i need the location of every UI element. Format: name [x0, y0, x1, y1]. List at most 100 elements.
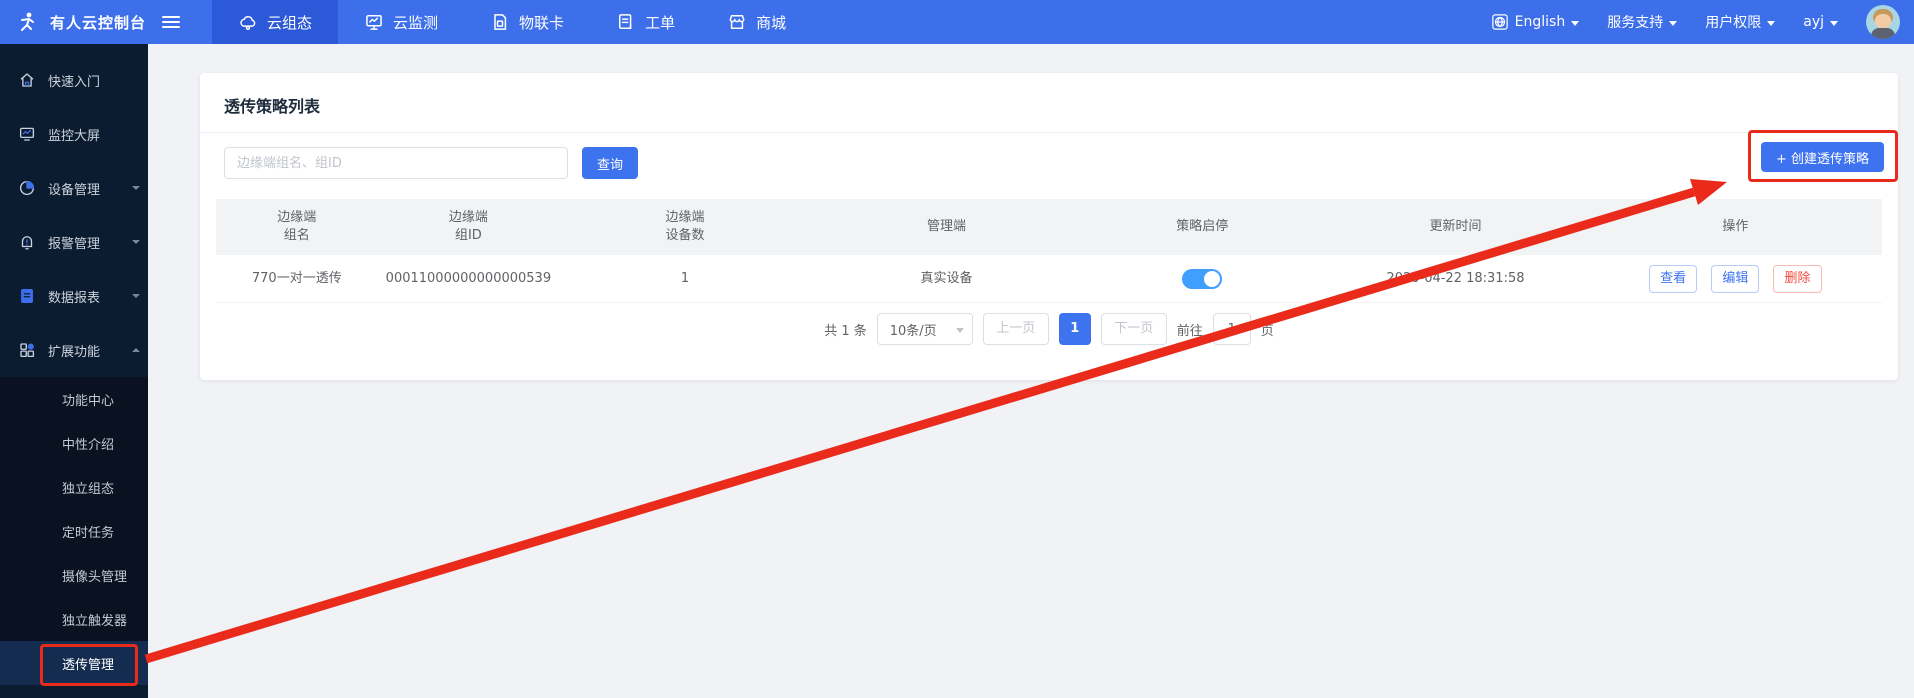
chevron-down-icon [132, 240, 140, 244]
avatar[interactable] [1866, 5, 1900, 39]
username-label: ayj [1803, 14, 1824, 30]
page-number-button[interactable]: 1 [1059, 313, 1091, 345]
column-header: 边缘端组ID [378, 209, 560, 245]
sidebar-item-extended-functions[interactable]: 扩展功能 [0, 323, 148, 377]
goto-prefix-label: 前往 [1177, 320, 1203, 339]
divider [200, 132, 1898, 133]
tab-label: 工单 [645, 12, 675, 33]
sidebar-item-label: 监控大屏 [48, 125, 100, 144]
submenu-item-passthrough-management[interactable]: 透传管理 [0, 641, 148, 685]
search-input[interactable] [224, 147, 568, 179]
brand[interactable]: 有人云控制台 [0, 10, 194, 34]
chevron-down-icon [132, 294, 140, 298]
goto-page-input[interactable] [1213, 313, 1251, 345]
tab-label: 云监测 [393, 12, 438, 33]
submenu-label: 功能中心 [62, 390, 114, 409]
logo-person-icon [16, 10, 40, 34]
tab-label: 物联卡 [519, 12, 564, 33]
tab-store[interactable]: 商城 [701, 0, 812, 44]
tab-cloud-monitor[interactable]: 云监测 [338, 0, 464, 44]
menu-collapse-icon[interactable] [162, 16, 180, 28]
store-icon [727, 12, 747, 32]
submenu-label: 中性介绍 [62, 434, 114, 453]
topbar-right: English 服务支持 用户权限 ayj [1491, 5, 1914, 39]
policy-enable-toggle[interactable] [1182, 269, 1222, 289]
submenu-item-neutral-intro[interactable]: 中性介绍 [0, 421, 148, 465]
tab-iot-card[interactable]: 物联卡 [464, 0, 590, 44]
sidebar: 快速入门 监控大屏 设备管理 [0, 44, 148, 698]
permission-label: 用户权限 [1705, 12, 1761, 32]
prev-page-button[interactable]: 上一页 [983, 313, 1049, 345]
sidebar-item-label: 数据报表 [48, 287, 100, 306]
table-header-row: 边缘端组名 边缘端组ID 边缘端设备数 管理端 策略启停 更新时间 操作 [216, 199, 1882, 255]
view-button[interactable]: 查看 [1649, 265, 1697, 293]
submenu-item-standalone-scada[interactable]: 独立组态 [0, 465, 148, 509]
submenu-label: 透传管理 [62, 654, 114, 673]
chevron-down-icon [1669, 21, 1677, 26]
submenu-label: 摄像头管理 [62, 566, 127, 585]
sidebar-item-device-management[interactable]: 设备管理 [0, 161, 148, 215]
cell-actions: 查看 编辑 删除 [1589, 265, 1882, 293]
create-policy-button[interactable]: + 创建透传策略 [1761, 142, 1884, 172]
query-button[interactable]: 查询 [582, 147, 638, 179]
pie-chart-icon [18, 179, 36, 197]
submenu-label: 独立组态 [62, 478, 114, 497]
tab-label: 商城 [756, 12, 786, 33]
column-header: 更新时间 [1322, 218, 1589, 236]
column-header: 管理端 [811, 218, 1083, 236]
globe-icon [1491, 13, 1509, 31]
sidebar-item-label: 报警管理 [48, 233, 100, 252]
user-menu[interactable]: ayj [1803, 14, 1838, 30]
tab-cloud-scada[interactable]: 云组态 [212, 0, 338, 44]
cell-updated-at: 2020-04-22 18:31:58 [1322, 270, 1589, 288]
sidebar-item-monitor-screen[interactable]: 监控大屏 [0, 107, 148, 161]
report-icon [18, 287, 36, 305]
permission-menu[interactable]: 用户权限 [1705, 12, 1775, 32]
chevron-down-icon [1767, 21, 1775, 26]
language-selector[interactable]: English [1491, 13, 1580, 31]
goto-suffix-label: 页 [1261, 320, 1274, 339]
submenu-item-scheduled-tasks[interactable]: 定时任务 [0, 509, 148, 553]
cloud-icon [238, 12, 258, 32]
content-card: 透传策略列表 查询 + 创建透传策略 边缘端组名 边缘端组ID 边缘端设备数 管… [200, 73, 1898, 380]
sidebar-item-label: 扩展功能 [48, 341, 100, 360]
chevron-up-icon [132, 348, 140, 352]
sidebar-item-data-report[interactable]: 数据报表 [0, 269, 148, 323]
column-header: 边缘端组名 [216, 209, 378, 245]
tab-label: 云组态 [267, 12, 312, 33]
chevron-down-icon [956, 328, 964, 333]
bell-icon [18, 233, 36, 251]
page-size-select[interactable]: 10条/页 [877, 313, 973, 345]
support-menu[interactable]: 服务支持 [1607, 12, 1677, 32]
cell-manage-side: 真实设备 [811, 270, 1083, 288]
chevron-down-icon [1571, 21, 1579, 26]
table-row: 770一对一透传 00011000000000000539 1 真实设备 202… [216, 255, 1882, 303]
cell-device-count: 1 [559, 270, 811, 288]
submenu-label: 独立触发器 [62, 610, 127, 629]
submenu-item-function-center[interactable]: 功能中心 [0, 377, 148, 421]
sidebar-item-label: 设备管理 [48, 179, 100, 198]
delete-button[interactable]: 删除 [1773, 265, 1821, 293]
language-label: English [1515, 14, 1566, 30]
submenu-item-camera-management[interactable]: 摄像头管理 [0, 553, 148, 597]
submenu-item-standalone-trigger[interactable]: 独立触发器 [0, 597, 148, 641]
topbar: 有人云控制台 云组态 云监测 [0, 0, 1914, 44]
cell-group-id: 00011000000000000539 [378, 270, 560, 288]
column-header: 操作 [1589, 218, 1882, 236]
policy-table: 边缘端组名 边缘端组ID 边缘端设备数 管理端 策略启停 更新时间 操作 770… [216, 199, 1882, 303]
sidebar-item-alarm-management[interactable]: 报警管理 [0, 215, 148, 269]
support-label: 服务支持 [1607, 12, 1663, 32]
chevron-down-icon [1830, 21, 1838, 26]
cell-policy-toggle [1082, 269, 1322, 289]
edit-button[interactable]: 编辑 [1711, 265, 1759, 293]
pagination: 共 1 条 10条/页 上一页 1 下一页 前往 页 [200, 313, 1898, 345]
sidebar-item-quick-start[interactable]: 快速入门 [0, 53, 148, 107]
sidebar-item-label: 快速入门 [48, 71, 100, 90]
submenu-label: 定时任务 [62, 522, 114, 541]
big-screen-icon [18, 125, 36, 143]
sidebar-submenu: 功能中心 中性介绍 独立组态 定时任务 摄像头管理 独立触发器 透传管理 [0, 377, 148, 685]
tab-work-order[interactable]: 工单 [590, 0, 701, 44]
next-page-button[interactable]: 下一页 [1101, 313, 1167, 345]
brand-title: 有人云控制台 [50, 12, 146, 33]
column-header: 边缘端设备数 [559, 209, 811, 245]
